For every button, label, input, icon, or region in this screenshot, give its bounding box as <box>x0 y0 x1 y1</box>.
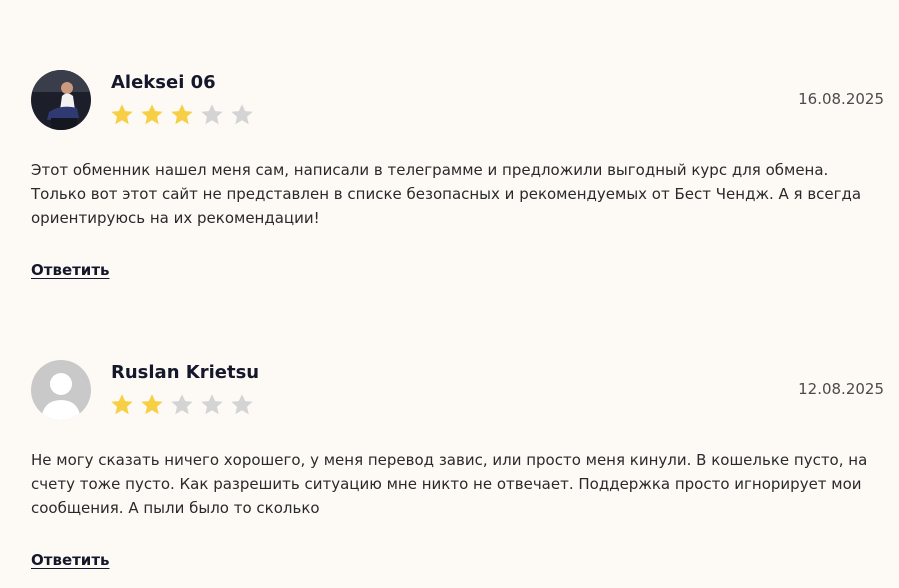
star-filled-icon <box>141 394 163 415</box>
review-date: 16.08.2025 <box>798 90 884 108</box>
reply-button[interactable]: Ответить <box>31 551 110 569</box>
avatar <box>31 360 91 420</box>
star-empty-icon <box>201 394 223 415</box>
review-date: 12.08.2025 <box>798 380 884 398</box>
author-name: Aleksei 06 <box>111 72 216 93</box>
star-empty-icon <box>201 104 223 125</box>
author-name: Ruslan Krietsu <box>111 362 260 383</box>
reply-button[interactable]: Ответить <box>31 261 110 279</box>
star-filled-icon <box>111 394 133 415</box>
star-filled-icon <box>111 104 133 125</box>
review-text: Не могу сказать ничего хорошего, у меня … <box>31 451 868 517</box>
star-rating <box>109 102 255 128</box>
default-user-icon <box>31 360 91 420</box>
avatar <box>31 70 91 130</box>
star-empty-icon <box>231 104 253 125</box>
review-text: Этот обменник нашел меня сам, написали в… <box>31 161 862 227</box>
star-empty-icon <box>171 394 193 415</box>
star-filled-icon <box>171 104 193 125</box>
user-photo-icon <box>31 70 91 130</box>
star-filled-icon <box>141 104 163 125</box>
star-rating <box>109 392 255 418</box>
star-empty-icon <box>231 394 253 415</box>
